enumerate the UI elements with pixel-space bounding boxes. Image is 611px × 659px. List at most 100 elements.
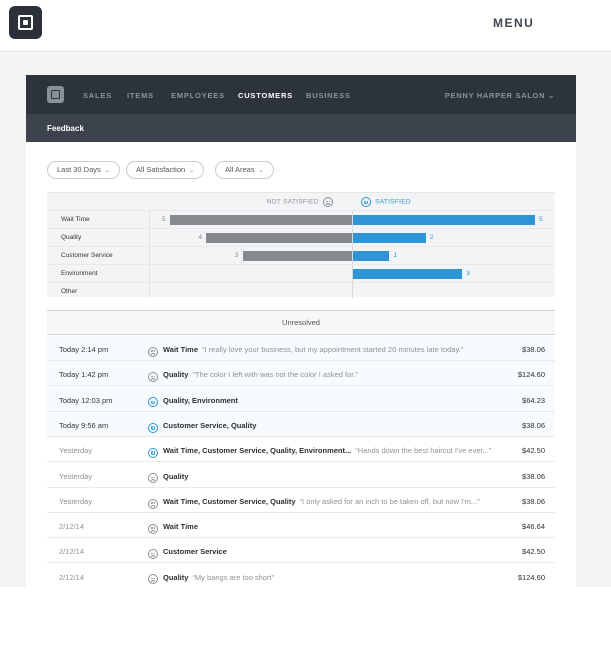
chart-row: Wait Time 5 5: [47, 210, 555, 228]
nav-item-customers[interactable]: CUSTOMERS: [238, 91, 293, 100]
bar-value-label: 1: [393, 252, 398, 259]
nav-item-employees[interactable]: EMPLOYEES: [171, 91, 225, 100]
chart-row: Customer Service 3 1: [47, 246, 555, 264]
dashboard-window: SALES ITEMS EMPLOYEES CUSTOMERS BUSINESS…: [26, 75, 576, 587]
feedback-summary: Wait Time, Customer Service, Quality, En…: [163, 446, 503, 455]
subnav: Feedback: [26, 114, 576, 142]
nav-item-items[interactable]: ITEMS: [127, 91, 154, 100]
nav-item-sales[interactable]: SALES: [83, 91, 112, 100]
chevron-down-icon: ⌄: [104, 168, 110, 174]
sad-face-icon: [323, 197, 333, 207]
feedback-topics: Wait Time, Customer Service, Quality, En…: [163, 446, 352, 456]
feedback-summary: Wait Time: [163, 522, 503, 531]
legend-satisfied: SATISFIED: [359, 197, 411, 207]
feedback-date: 2/12/14: [59, 572, 85, 582]
happy-face-icon: [148, 447, 158, 458]
feedback-row[interactable]: Yesterday Wait Time, Customer Service, Qu…: [47, 437, 555, 463]
feedback-topics: Wait Time: [163, 522, 199, 532]
feedback-amount: $38.06: [522, 471, 545, 481]
bar-satisfied[interactable]: [353, 251, 390, 261]
feedback-row[interactable]: 2/12/14 Customer Service $42.50: [47, 538, 555, 564]
chevron-down-icon: ⌄: [545, 91, 555, 100]
mood-indicator: [148, 394, 158, 412]
feedback-amount: $64.23: [522, 395, 545, 405]
feedback-row[interactable]: Today 1:42 pm Quality “The color I left wi…: [47, 361, 555, 387]
mood-indicator: [148, 470, 158, 488]
chart-row: Other: [47, 282, 555, 300]
feedback-row[interactable]: Yesterday Wait Time, Customer Service, Qu…: [47, 488, 555, 513]
feedback-quote: “The color I left with was not the color…: [192, 370, 358, 380]
account-menu[interactable]: PENNY HARPER SALON ⌄: [445, 91, 555, 100]
nav-item-business[interactable]: BUSINESS: [306, 91, 351, 100]
mood-indicator: [148, 444, 158, 462]
feedback-amount: $124.60: [517, 370, 545, 380]
feedback-row[interactable]: 2/12/14 Quality “My bangs are too short” $1…: [47, 564, 555, 587]
category-label: Wait Time: [61, 216, 90, 223]
mood-indicator: [148, 545, 158, 563]
feedback-quote: “I really love your business, but my app…: [202, 345, 464, 354]
feedback-summary: Customer Service, Quality: [163, 421, 503, 430]
feedback-summary: Wait Time “I really love your business, b…: [163, 345, 503, 354]
menu-button[interactable]: MENU: [493, 16, 534, 30]
bar-value-label: 5: [539, 216, 543, 223]
feedback-row[interactable]: Today 9:56 am Customer Service, Quality $3…: [47, 411, 555, 437]
sad-face-icon: [148, 574, 158, 585]
sad-face-icon: [148, 473, 158, 484]
category-label: Environment: [61, 270, 98, 277]
feedback-amount: $124.60: [517, 572, 545, 582]
feedback-amount: $42.50: [522, 547, 545, 557]
feedback-date: Yesterday: [59, 446, 93, 456]
feedback-amount: $46.64: [522, 522, 545, 532]
legend-label: NOT SATISFIED: [266, 198, 319, 206]
feedback-amount: $38.06: [522, 496, 545, 506]
bar-not-satisfied[interactable]: [206, 233, 352, 243]
feedback-topics: Customer Service, Quality: [163, 420, 257, 430]
feedback-quote: “Hands down the best haircut I've ever..…: [355, 446, 492, 456]
page-title: Feedback: [47, 124, 84, 133]
filter-areas[interactable]: All Areas ⌄: [215, 161, 274, 179]
feedback-topics: Customer Service: [163, 547, 227, 557]
bar-not-satisfied[interactable]: [242, 251, 352, 261]
happy-face-icon: [148, 397, 158, 408]
bar-value-label: 4: [198, 234, 203, 241]
feedback-row[interactable]: 2/12/14 Wait Time $46.64: [47, 513, 555, 539]
account-name: PENNY HARPER SALON: [444, 91, 546, 100]
feedback-topics: Quality: [163, 370, 189, 380]
feedback-summary: Quality, Environment: [163, 396, 503, 405]
filter-label: Last 30 Days: [57, 165, 101, 174]
bar-satisfied[interactable]: [353, 269, 463, 279]
feedback-amount: $38.06: [522, 345, 545, 354]
legend-not-satisfied: NOT SATISFIED: [266, 197, 335, 207]
feedback-date: Yesterday: [59, 471, 93, 481]
filter-label: All Satisfaction: [136, 165, 186, 174]
bar-satisfied[interactable]: [353, 215, 535, 225]
feedback-date: 2/12/14: [59, 547, 85, 557]
site-header: MENU: [0, 0, 611, 52]
square-logo-icon[interactable]: [9, 6, 42, 39]
feedback-quote: “I only asked for an inch to be taken of…: [299, 496, 480, 506]
chevron-down-icon: ⌄: [258, 168, 264, 174]
bar-satisfied[interactable]: [353, 233, 426, 243]
category-label: Quality: [61, 234, 82, 241]
filter-satisfaction[interactable]: All Satisfaction ⌄: [126, 161, 205, 179]
mood-indicator: [148, 419, 158, 437]
category-label: Other: [61, 288, 78, 295]
bar-not-satisfied[interactable]: [170, 215, 352, 225]
feedback-summary: Quality “My bangs are too short”: [163, 573, 503, 582]
satisfaction-chart: NOT SATISFIED SATISFIED Wait Time 5 5 Quali…: [47, 192, 555, 300]
feedback-row[interactable]: Today 12:03 pm Quality, Environment $64.23: [47, 386, 555, 412]
chart-row: Quality 4 2: [47, 228, 555, 246]
square-logo-icon[interactable]: [47, 86, 64, 103]
feedback-topics: Wait Time: [163, 345, 199, 354]
feedback-summary: Customer Service: [163, 547, 503, 556]
feedback-topics: Quality: [163, 471, 189, 481]
feedback-date: Yesterday: [59, 496, 93, 506]
bar-value-label: 3: [466, 270, 470, 277]
sad-face-icon: [148, 498, 158, 509]
feedback-row[interactable]: Today 2:14 pm Wait Time “I really love you…: [47, 336, 555, 361]
sad-face-icon: [148, 372, 158, 383]
bar-value-label: 3: [234, 252, 239, 259]
feedback-row[interactable]: Yesterday Quality $38.06: [47, 463, 555, 488]
filter-date-range[interactable]: Last 30 Days ⌄: [47, 161, 120, 179]
chevron-down-icon: ⌄: [189, 168, 195, 174]
